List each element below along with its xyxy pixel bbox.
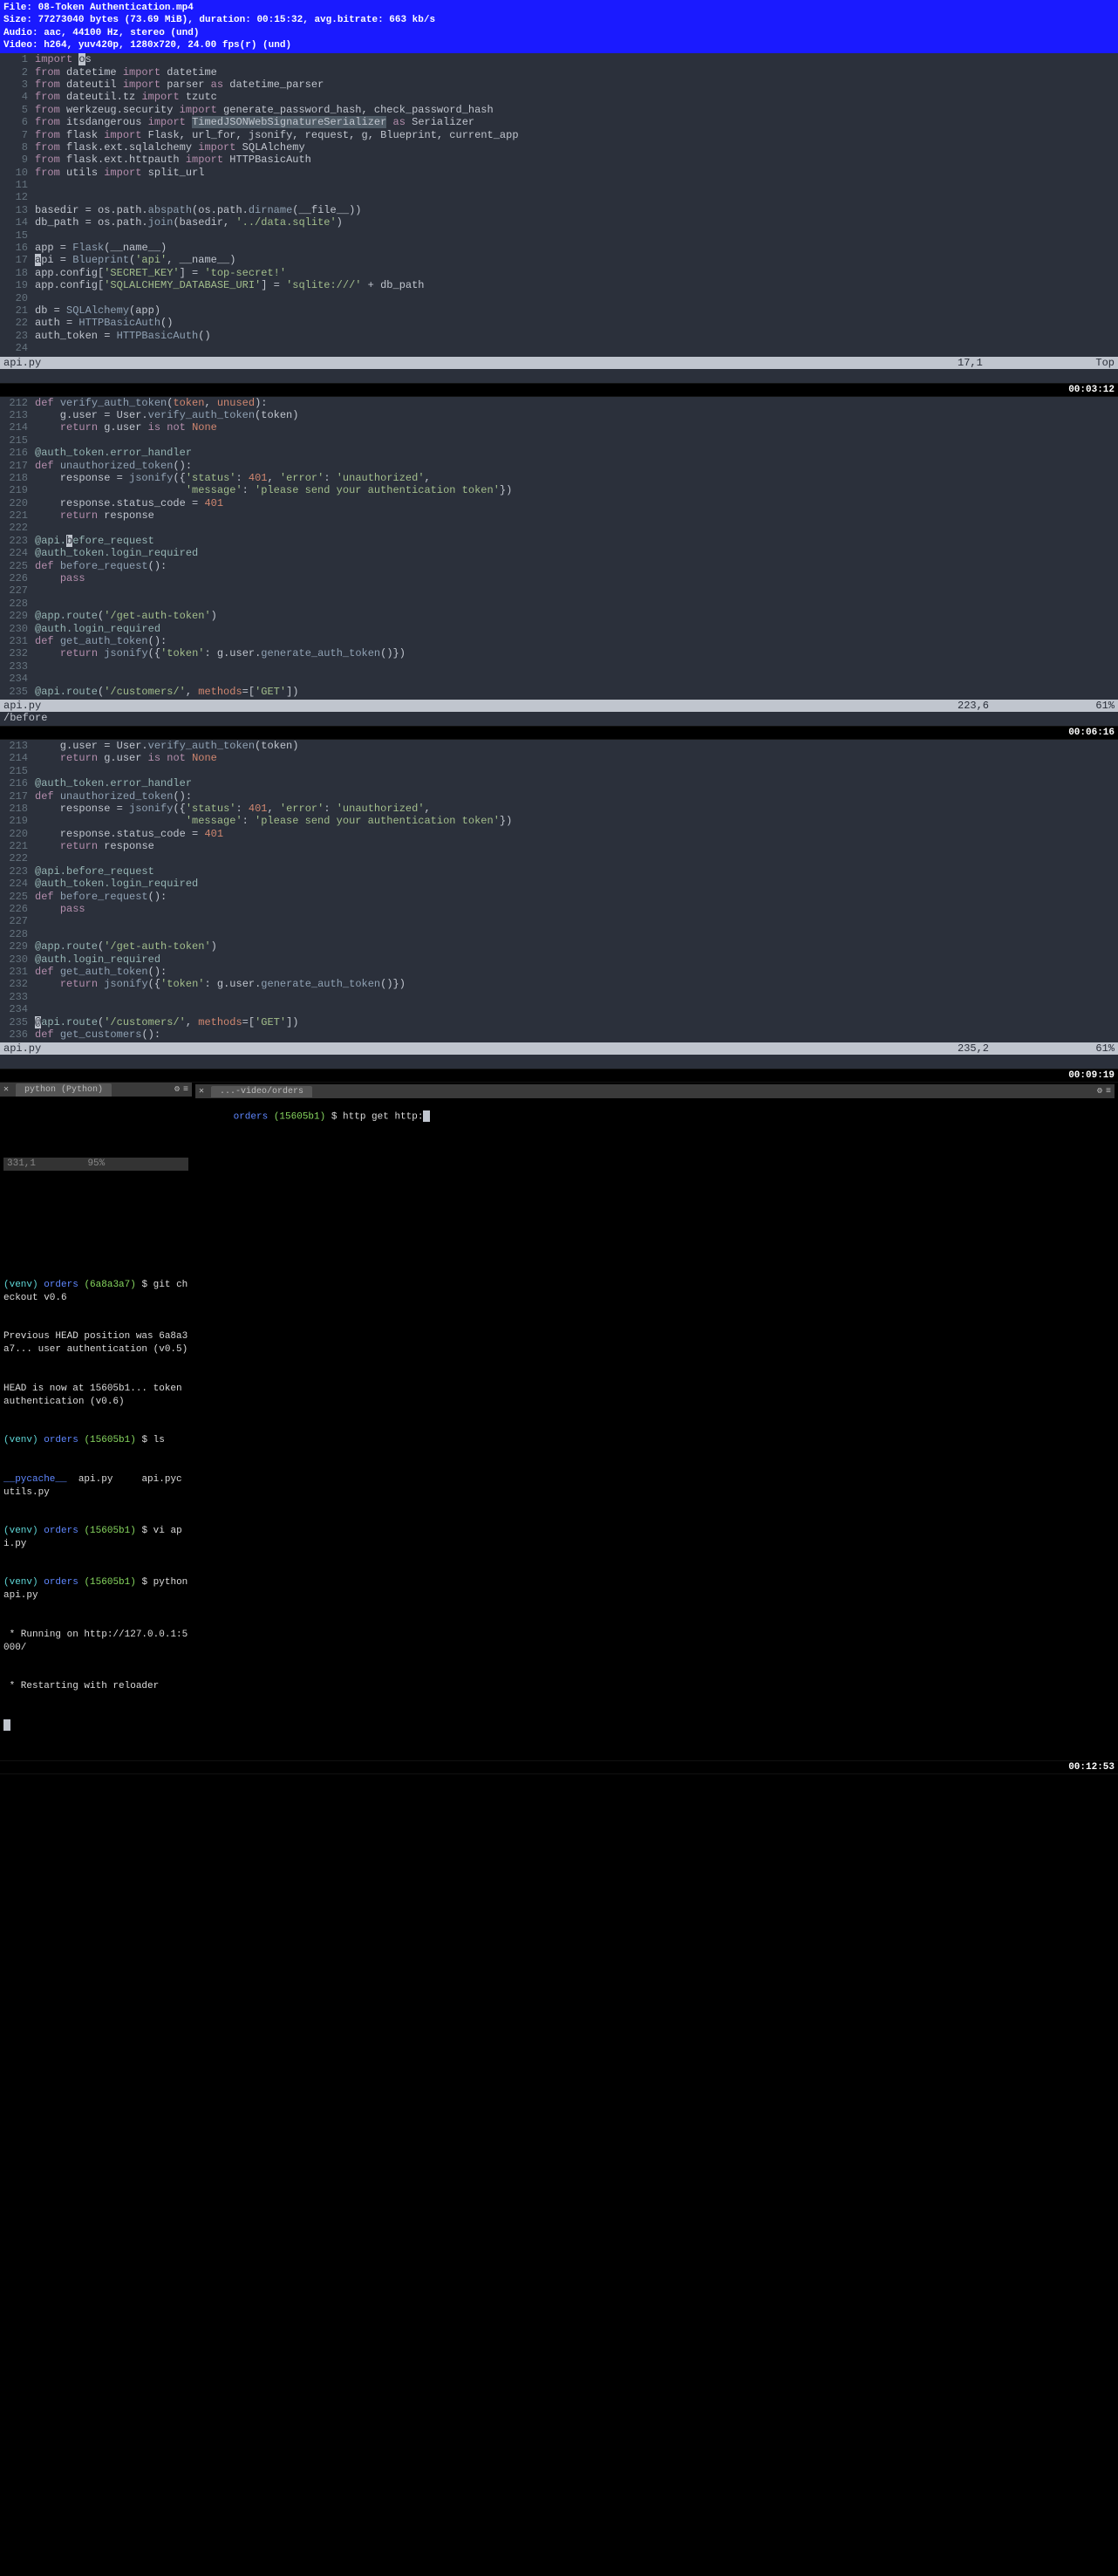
timestamp-4: 00:12:53 bbox=[0, 1760, 1118, 1774]
editor-pane-2[interactable]: 212def verify_auth_token(token, unused):… bbox=[0, 397, 1118, 700]
cmdline-3[interactable] bbox=[0, 1055, 1118, 1069]
terminal-left[interactable]: ✕ python (Python) ⚙ ≡ 331,1 95% (venv) o… bbox=[0, 1083, 192, 1759]
vim-status-pos: 331,1 bbox=[7, 1158, 36, 1169]
statusbar-3: api.py 235,2 61% bbox=[0, 1042, 1118, 1055]
status-pos: 235,2 bbox=[958, 1042, 1062, 1055]
timestamp-3: 00:09:19 bbox=[0, 1069, 1118, 1083]
prompt-cmd: $ http get http: bbox=[325, 1112, 423, 1123]
status-file: api.py bbox=[3, 357, 958, 369]
editor-pane-1[interactable]: 1import os 2from datetime import datetim… bbox=[0, 53, 1118, 356]
close-icon[interactable]: ✕ bbox=[195, 1086, 208, 1097]
cmdline-2[interactable]: /before bbox=[0, 712, 1118, 726]
status-pct: 61% bbox=[1062, 700, 1115, 712]
cursor-icon bbox=[423, 1110, 430, 1122]
prompt-dir: orders bbox=[234, 1112, 274, 1123]
cursor-icon bbox=[3, 1719, 10, 1731]
terminal-right[interactable]: ✕ ...-video/orders ⚙ ≡ orders (15605b1) … bbox=[192, 1083, 1118, 1759]
status-pct: Top bbox=[1062, 357, 1115, 369]
timestamp-1: 00:03:12 bbox=[0, 383, 1118, 397]
menu-icon[interactable]: ≡ bbox=[1106, 1087, 1115, 1097]
vim-status-pct: 95% bbox=[87, 1158, 105, 1169]
media-info-video: Video: h264, yuv420p, 1280x720, 24.00 fp… bbox=[3, 39, 1115, 51]
status-file: api.py bbox=[3, 700, 958, 712]
prompt-hash: (15605b1) bbox=[274, 1112, 325, 1123]
terminal-tab[interactable]: ...-video/orders bbox=[211, 1086, 312, 1097]
statusbar-1: api.py 17,1 Top bbox=[0, 357, 1118, 369]
menu-icon[interactable]: ≡ bbox=[183, 1084, 192, 1097]
editor-pane-3[interactable]: 213 g.user = User.verify_auth_token(toke… bbox=[0, 740, 1118, 1042]
cmdline-1[interactable] bbox=[0, 369, 1118, 383]
terminal-split: ✕ python (Python) ⚙ ≡ 331,1 95% (venv) o… bbox=[0, 1083, 1118, 1759]
status-pct: 61% bbox=[1062, 1042, 1115, 1055]
gear-icon[interactable]: ⚙ bbox=[174, 1084, 183, 1097]
gear-icon[interactable]: ⚙ bbox=[1097, 1086, 1106, 1097]
media-info-file: File: 08-Token Authentication.mp4 bbox=[3, 2, 1115, 14]
timestamp-2: 00:06:16 bbox=[0, 726, 1118, 740]
terminal-tab[interactable]: python (Python) bbox=[16, 1083, 112, 1097]
media-info-header: File: 08-Token Authentication.mp4 Size: … bbox=[0, 0, 1118, 53]
media-info-size: Size: 77273040 bytes (73.69 MiB), durati… bbox=[3, 14, 1115, 26]
status-pos: 223,6 bbox=[958, 700, 1062, 712]
media-info-audio: Audio: aac, 44100 Hz, stereo (und) bbox=[3, 27, 1115, 39]
statusbar-2: api.py 223,6 61% bbox=[0, 700, 1118, 712]
terminal-right-tabbar: ✕ ...-video/orders ⚙ ≡ bbox=[195, 1084, 1115, 1098]
status-pos: 17,1 bbox=[958, 357, 1062, 369]
status-file: api.py bbox=[3, 1042, 958, 1055]
close-icon[interactable]: ✕ bbox=[0, 1084, 12, 1097]
terminal-left-tabbar: ✕ python (Python) ⚙ ≡ bbox=[0, 1083, 192, 1097]
